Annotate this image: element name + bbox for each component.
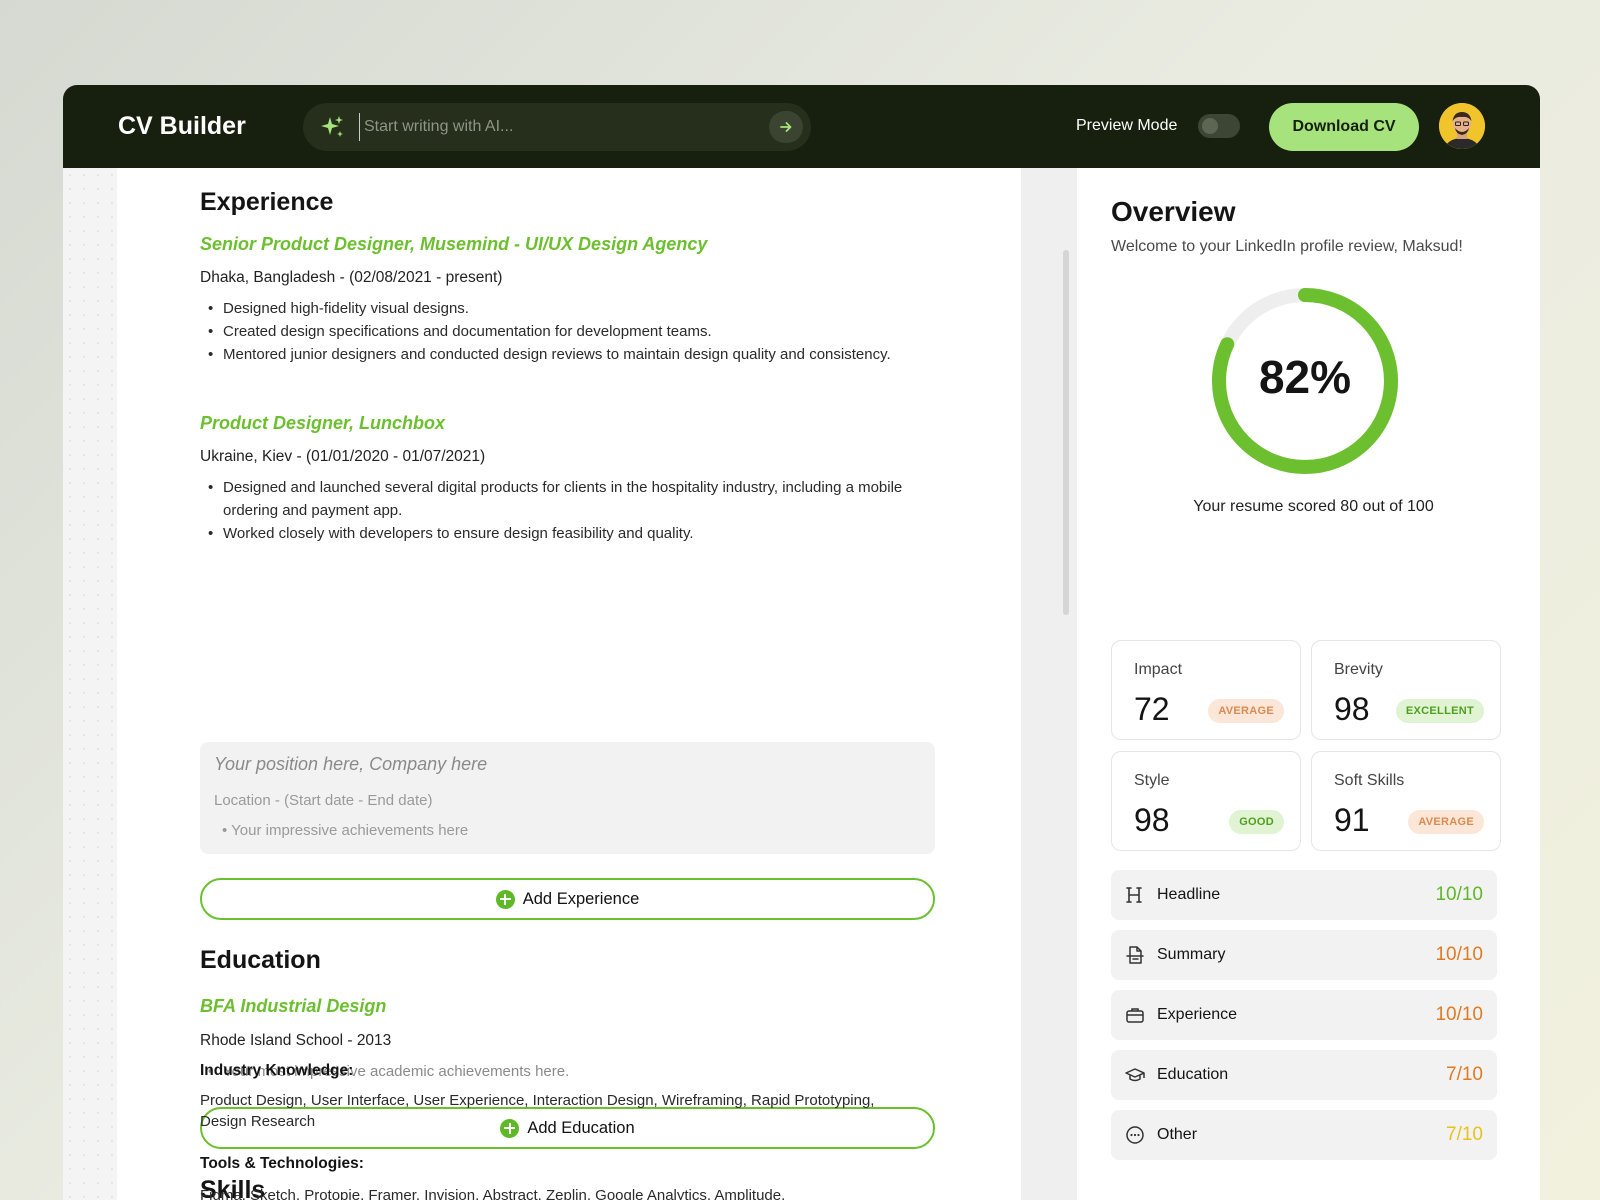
list-item[interactable]: Created design specifications and docume… (200, 320, 935, 343)
section-score: 7/10 (1446, 1064, 1483, 1085)
score-percent: 82% (1258, 351, 1352, 403)
metric-label: Impact (1134, 661, 1183, 678)
ai-search-bar[interactable] (303, 103, 811, 151)
graduation-cap-icon (1125, 1068, 1145, 1082)
job-title[interactable]: Senior Product Designer, Musemind - UI/U… (200, 234, 707, 255)
submit-arrow-button[interactable] (769, 111, 803, 143)
document-icon (1126, 946, 1144, 964)
ai-search-input[interactable] (359, 113, 749, 141)
top-bar: CV Builder Preview Mode Download CV (63, 85, 1540, 168)
app-title: CV Builder (118, 112, 246, 140)
status-badge: AVERAGE (1408, 810, 1484, 834)
metric-value: 98 (1334, 691, 1370, 727)
section-score: 7/10 (1446, 1124, 1483, 1145)
section-row-headline[interactable]: Headline 10/10 (1111, 870, 1497, 920)
section-row-summary[interactable]: Summary 10/10 (1111, 930, 1497, 980)
metric-label: Style (1134, 772, 1170, 789)
list-item[interactable]: Worked closely with developers to ensure… (200, 522, 935, 545)
metric-value: 91 (1334, 802, 1370, 838)
job-bullets[interactable]: Designed and launched several digital pr… (200, 476, 935, 545)
user-avatar-icon (1439, 103, 1485, 149)
plus-circle-icon (495, 889, 515, 909)
section-score: 10/10 (1435, 1004, 1483, 1025)
add-experience-label: Add Experience (522, 889, 640, 908)
metric-card-soft-skills[interactable]: Soft Skills 91 AVERAGE (1311, 751, 1501, 851)
education-heading: Education (200, 946, 321, 974)
placeholder-position[interactable]: Your position here, Company here (214, 754, 487, 775)
add-education-button[interactable]: Add Education (200, 1107, 935, 1149)
overview-panel: Overview Welcome to your LinkedIn profil… (1077, 168, 1540, 1200)
cv-editor[interactable]: Experience Senior Product Designer, Muse… (117, 168, 1021, 1200)
score-text: Your resume scored 80 out of 100 (1193, 498, 1434, 515)
toggle-knob (1202, 118, 1218, 134)
degree-title[interactable]: BFA Industrial Design (200, 996, 386, 1017)
status-badge: AVERAGE (1208, 699, 1284, 723)
section-row-education[interactable]: Education 7/10 (1111, 1050, 1497, 1100)
metric-label: Brevity (1334, 661, 1383, 678)
app-window: CV Builder Preview Mode Download CV (63, 85, 1540, 1200)
placeholder-meta[interactable]: Location - (Start date - End date) (214, 792, 432, 809)
metric-value: 72 (1134, 691, 1170, 727)
section-label: Other (1157, 1126, 1198, 1143)
avatar[interactable] (1439, 103, 1485, 149)
section-label: Education (1157, 1066, 1229, 1083)
list-item[interactable]: Your most impressive academic achievemen… (200, 1060, 935, 1083)
arrow-right-icon (780, 122, 792, 132)
metric-card-brevity[interactable]: Brevity 98 EXCELLENT (1311, 640, 1501, 740)
education-bullets[interactable]: Your most impressive academic achievemen… (200, 1060, 935, 1083)
more-icon (1126, 1126, 1144, 1144)
new-experience-placeholder[interactable]: Your position here, Company here Locatio… (200, 742, 935, 854)
job-bullets[interactable]: Designed high-fidelity visual designs. C… (200, 297, 935, 366)
section-score: 10/10 (1435, 944, 1483, 965)
plus-circle-icon (500, 1118, 520, 1138)
download-cv-button[interactable]: Download CV (1269, 103, 1419, 151)
placeholder-bullet-text: Your impressive achievements here (231, 822, 469, 839)
preview-mode-toggle[interactable] (1198, 114, 1240, 138)
job-meta[interactable]: Dhaka, Bangladesh - (02/08/2021 - presen… (200, 269, 502, 287)
status-badge: GOOD (1229, 810, 1284, 834)
job-title[interactable]: Product Designer, Lunchbox (200, 413, 445, 434)
placeholder-bullet[interactable]: • Your impressive achievements here (222, 822, 468, 839)
metric-value: 98 (1134, 802, 1170, 838)
sparkle-icon (321, 116, 343, 137)
heading-icon (1126, 887, 1142, 903)
editor-scrollbar[interactable] (1063, 250, 1069, 615)
metric-card-style[interactable]: Style 98 GOOD (1111, 751, 1301, 851)
section-score: 10/10 (1435, 884, 1483, 905)
left-gutter (63, 168, 117, 1200)
metric-card-impact[interactable]: Impact 72 AVERAGE (1111, 640, 1301, 740)
job-meta[interactable]: Ukraine, Kiev - (01/01/2020 - 01/07/2021… (200, 448, 485, 466)
section-label: Experience (1157, 1006, 1238, 1023)
list-item[interactable]: Designed and launched several digital pr… (200, 476, 935, 522)
add-education-label: Add Education (527, 1118, 635, 1137)
skills-heading: Skills (200, 1176, 266, 1200)
list-item[interactable]: Designed high-fidelity visual designs. (200, 297, 935, 320)
section-label: Summary (1157, 946, 1226, 963)
list-item[interactable]: Mentored junior designers and conducted … (200, 343, 935, 366)
experience-heading: Experience (200, 188, 334, 216)
metric-label: Soft Skills (1334, 772, 1405, 789)
status-badge: EXCELLENT (1395, 699, 1484, 723)
section-row-other[interactable]: Other 7/10 (1111, 1110, 1497, 1160)
overview-title: Overview (1111, 196, 1236, 227)
add-experience-button[interactable]: Add Experience (200, 878, 935, 920)
preview-mode-label: Preview Mode (1076, 117, 1178, 134)
education-meta[interactable]: Rhode Island School - 2013 (200, 1032, 391, 1050)
section-label: Headline (1157, 886, 1221, 903)
briefcase-icon (1126, 1008, 1144, 1023)
section-row-experience[interactable]: Experience 10/10 (1111, 990, 1497, 1040)
overview-subtitle: Welcome to your LinkedIn profile review,… (1111, 238, 1463, 255)
